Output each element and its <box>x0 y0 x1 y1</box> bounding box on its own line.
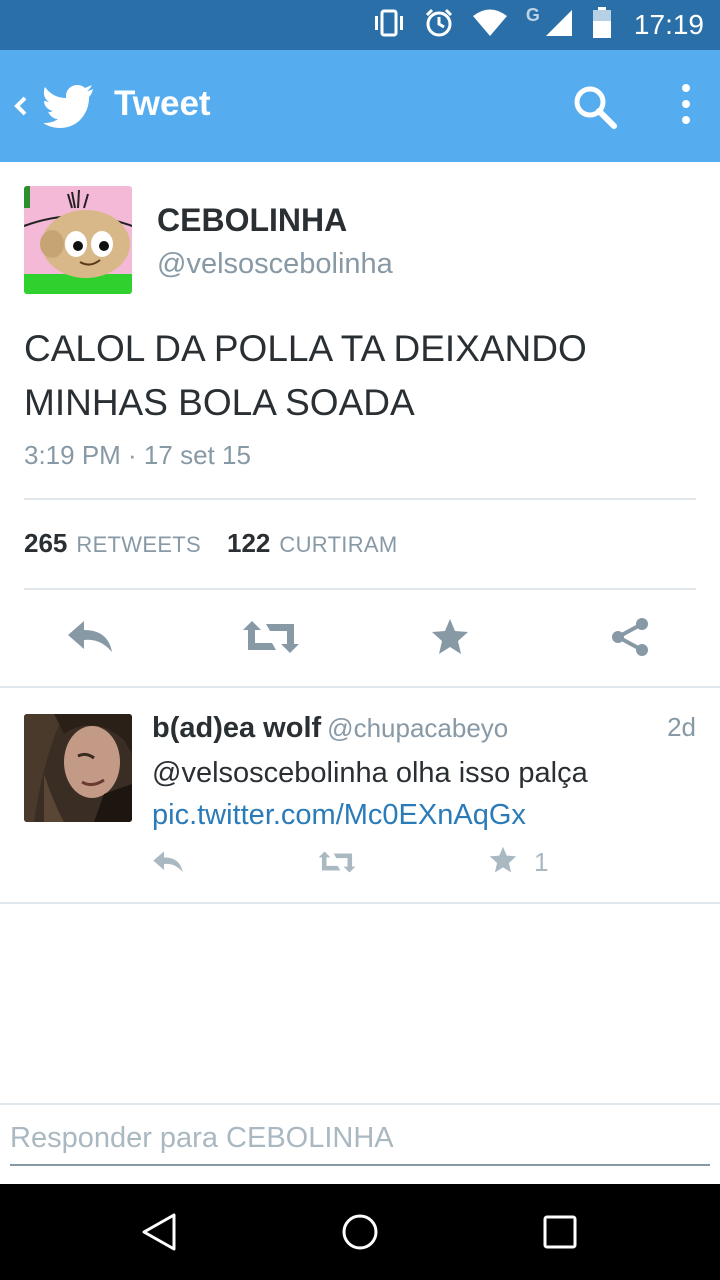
reply-input[interactable] <box>10 1112 710 1166</box>
avatar[interactable] <box>24 186 132 294</box>
tweet-actions <box>0 612 720 668</box>
tweet-timestamp: 3:19 PM · 17 set 15 <box>24 440 251 470</box>
back-chevron-icon[interactable] <box>10 88 32 124</box>
reply-actions: 1 <box>152 844 692 880</box>
tweet-stats: 265 RETWEETS 122 CURTIRAM <box>24 528 398 559</box>
reply-author[interactable]: b(ad)ea wolf @chupacabeyo <box>152 712 508 745</box>
divider <box>24 498 696 500</box>
vibrate-icon <box>372 9 406 41</box>
home-circle-icon[interactable] <box>336 1208 384 1256</box>
battery-icon <box>592 7 612 43</box>
reply-tweet[interactable]: b(ad)ea wolf @chupacabeyo 2d @velsoscebol… <box>0 688 720 904</box>
reply-link[interactable]: pic.twitter.com/Mc0EXnAqGx <box>152 794 692 836</box>
alarm-icon <box>424 8 454 42</box>
status-bar: G 17:19 <box>0 0 720 50</box>
clock: 17:19 <box>633 9 704 40</box>
tweet-text: CALOL DA POLLA TA DEIXANDO MINHAS BOLA S… <box>24 328 587 423</box>
favorite-star-icon[interactable] <box>430 612 470 662</box>
reply-handle[interactable]: @chupacabeyo <box>327 713 508 743</box>
app-bar: Tweet <box>0 50 720 162</box>
reply-text: @velsoscebolinha olha isso palça pic.twi… <box>152 752 692 836</box>
more-options-icon[interactable] <box>674 82 698 130</box>
divider <box>24 588 696 590</box>
signal-icon <box>544 8 574 42</box>
recents-square-icon[interactable] <box>536 1208 584 1256</box>
reply-icon[interactable] <box>152 844 184 880</box>
share-icon[interactable] <box>610 612 650 662</box>
reply-icon[interactable] <box>66 612 114 662</box>
likes-count[interactable]: 122 <box>227 528 270 559</box>
app-bar-title: Tweet <box>114 84 211 123</box>
network-type-label: G <box>525 4 540 25</box>
favorite-count: 1 <box>534 846 549 877</box>
favorite-control[interactable]: 1 <box>488 844 548 880</box>
reply-display-name[interactable]: b(ad)ea wolf <box>152 712 321 744</box>
twitter-bird-icon[interactable] <box>43 84 94 128</box>
avatar[interactable] <box>24 714 132 822</box>
divider <box>0 902 720 904</box>
user-handle[interactable]: @velsoscebolinha <box>157 248 393 281</box>
favorite-star-icon[interactable] <box>488 846 518 878</box>
back-triangle-icon[interactable] <box>136 1208 184 1256</box>
retweets-label[interactable]: RETWEETS <box>76 532 201 558</box>
search-icon[interactable] <box>572 84 618 130</box>
reply-time: 2d <box>667 712 696 742</box>
retweet-icon[interactable] <box>242 612 300 662</box>
navigation-bar <box>0 1184 720 1280</box>
wifi-icon <box>472 9 508 41</box>
likes-label[interactable]: CURTIRAM <box>279 532 397 558</box>
reply-body: @velsoscebolinha olha isso palça <box>152 757 588 789</box>
display-name[interactable]: CEBOLINHA <box>157 202 347 239</box>
retweets-count[interactable]: 265 <box>24 528 67 559</box>
divider <box>0 1103 720 1105</box>
retweet-icon[interactable] <box>318 844 356 880</box>
